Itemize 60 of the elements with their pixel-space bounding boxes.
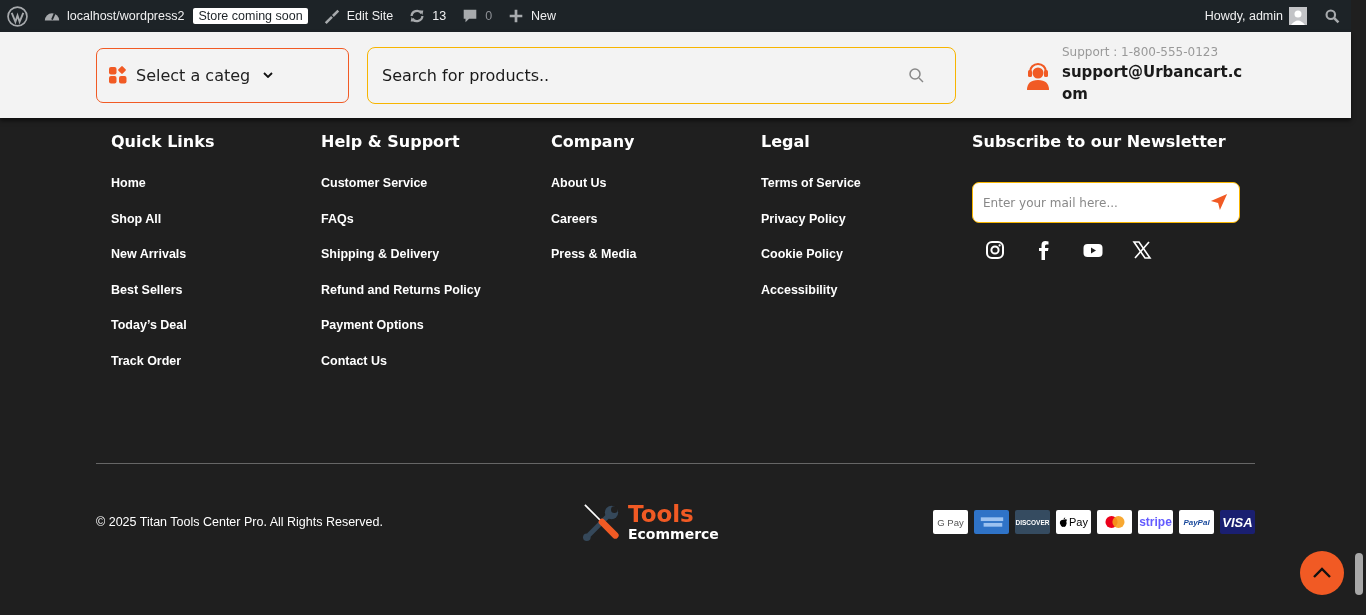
footer-link[interactable]: FAQs	[321, 209, 354, 245]
footer-link[interactable]: Today’s Deal	[111, 316, 187, 352]
back-to-top-button[interactable]	[1300, 551, 1344, 595]
site-link[interactable]: localhost/wordpress2	[67, 9, 185, 23]
copyright-text: © 2025 Titan Tools Center Pro. All Rights Reserved.	[96, 515, 384, 529]
stripe-logo: stripe	[1138, 510, 1173, 534]
new-link[interactable]: New	[531, 9, 557, 23]
comments-count[interactable]: 0	[485, 9, 493, 23]
search-field[interactable]: Search for products..	[367, 46, 956, 104]
column-heading: Quick Links	[111, 132, 215, 151]
chevron-up-icon	[1312, 567, 1332, 579]
footer-link[interactable]: Track Order	[111, 351, 182, 387]
footer-link[interactable]: Contact Us	[321, 351, 387, 387]
footer-link[interactable]: Shop All	[111, 209, 162, 245]
greeting-link[interactable]: Howdy, admin	[1204, 9, 1283, 23]
column-heading: Help & Support	[321, 132, 460, 151]
visa-logo: VISA	[1220, 510, 1255, 534]
footer-link[interactable]: New Arrivals	[111, 245, 187, 281]
support-phone: Support : 1-800-555-0123	[1062, 45, 1220, 59]
google-pay-logo: G Pay	[933, 510, 968, 534]
search-icon[interactable]	[1324, 7, 1341, 25]
email-field[interactable]: Enter your mail here...	[972, 182, 1240, 223]
search-icon[interactable]	[908, 66, 924, 83]
mastercard-logo-icon	[1097, 510, 1132, 534]
footer-link[interactable]: Press & Media	[551, 245, 637, 281]
footer-link[interactable]: Privacy Policy	[761, 209, 846, 245]
apple-pay-logo: Pay	[1056, 510, 1091, 534]
scrollbar[interactable]	[1351, 0, 1366, 615]
newsletter-heading: Subscribe to our Newsletter	[972, 132, 1226, 151]
updates-count[interactable]: 13	[432, 9, 447, 23]
edit-site-link[interactable]: Edit Site	[346, 9, 394, 23]
chevron-down-icon	[263, 72, 273, 78]
footer-link[interactable]: Best Sellers	[111, 280, 183, 316]
footer-link[interactable]: Customer Service	[321, 174, 428, 210]
logo-subtitle: Ecommerce	[628, 526, 719, 542]
wordpress-logo-icon[interactable]	[7, 5, 28, 27]
brush-icon[interactable]	[322, 7, 341, 25]
column-heading: Legal	[761, 132, 810, 151]
footer-link[interactable]: Accessibility	[761, 280, 838, 316]
footer-link[interactable]: Cookie Policy	[761, 245, 843, 281]
wrench-screwdriver-icon	[583, 503, 621, 541]
category-select[interactable]: Select a categ	[96, 47, 349, 103]
footer-link[interactable]: About Us	[551, 174, 607, 210]
footer-link[interactable]: Refund and Returns Policy	[321, 280, 481, 316]
footer-link[interactable]: Home	[111, 174, 146, 210]
paypal-logo: PayPal	[1179, 510, 1214, 534]
send-icon[interactable]	[1210, 193, 1228, 211]
store-status-badge: Store coming soon	[193, 8, 308, 24]
column-heading: Company	[551, 132, 635, 151]
instagram-icon[interactable]	[985, 240, 1005, 260]
card-logo-icon	[974, 510, 1009, 534]
category-grid-icon	[109, 66, 127, 84]
footer-link[interactable]: Careers	[551, 209, 598, 245]
support-email[interactable]: support@Urbancart.com	[1062, 61, 1252, 105]
x-logo-icon[interactable]	[1132, 240, 1152, 260]
headset-agent-icon	[1026, 60, 1050, 90]
footer-link[interactable]: Shipping & Delivery	[321, 245, 440, 281]
footer-link[interactable]: Terms of Service	[761, 174, 861, 210]
logo-title: Tools	[628, 502, 695, 526]
footer-link[interactable]: Payment Options	[321, 316, 424, 352]
